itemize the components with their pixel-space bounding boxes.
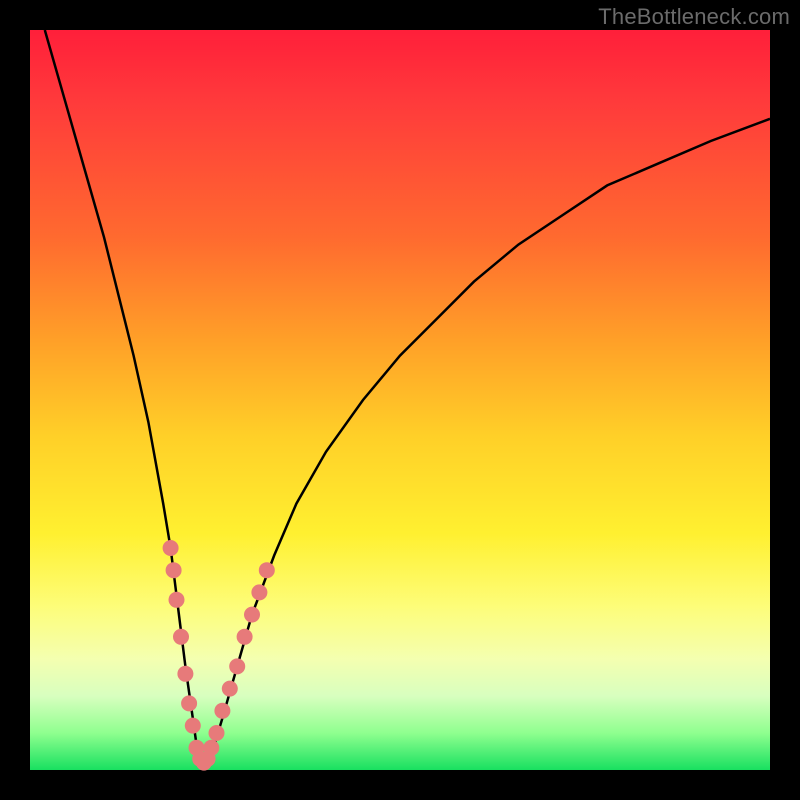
- curve-markers: [163, 540, 275, 771]
- curve-line: [45, 30, 770, 763]
- curve-marker: [166, 562, 182, 578]
- curve-marker: [185, 718, 201, 734]
- curve-marker: [229, 658, 245, 674]
- chart-frame: TheBottleneck.com: [0, 0, 800, 800]
- curve-marker: [251, 584, 267, 600]
- curve-marker: [169, 592, 185, 608]
- curve-marker: [259, 562, 275, 578]
- curve-marker: [237, 629, 253, 645]
- curve-marker: [181, 695, 197, 711]
- curve-marker: [222, 681, 238, 697]
- plot-area: [30, 30, 770, 770]
- curve-marker: [244, 607, 260, 623]
- curve-marker: [163, 540, 179, 556]
- curve-marker: [203, 740, 219, 756]
- curve-marker: [173, 629, 189, 645]
- bottleneck-curve: [30, 30, 770, 770]
- watermark-text: TheBottleneck.com: [598, 4, 790, 30]
- curve-marker: [209, 725, 225, 741]
- curve-marker: [177, 666, 193, 682]
- curve-marker: [214, 703, 230, 719]
